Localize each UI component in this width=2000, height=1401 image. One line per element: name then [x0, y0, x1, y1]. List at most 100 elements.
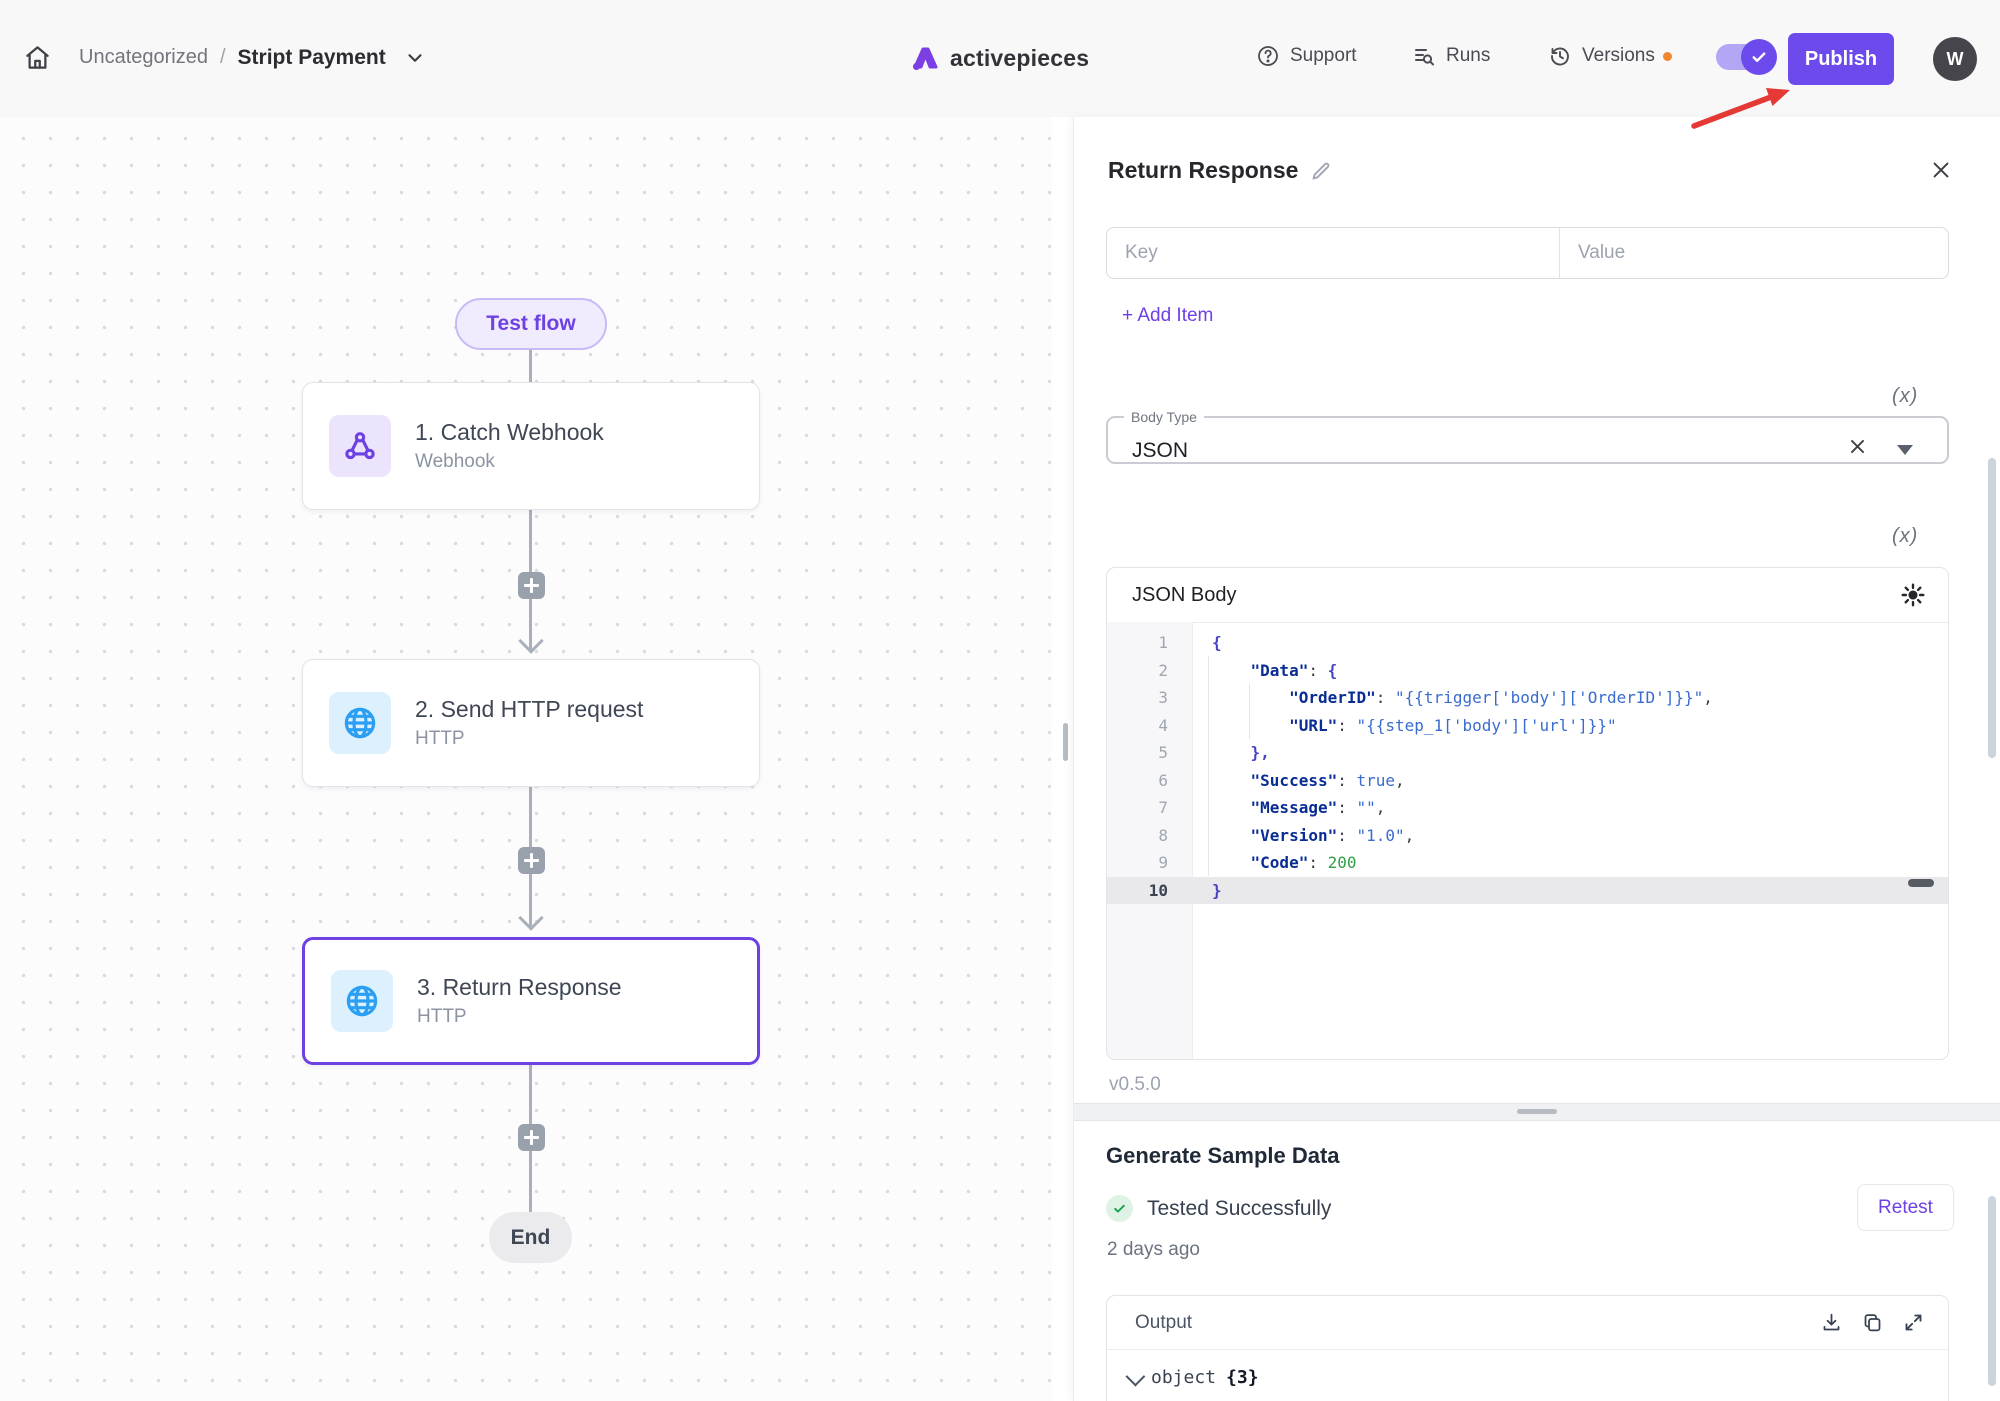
nav-runs[interactable]: Runs [1412, 44, 1490, 68]
panel-title: Return Response [1108, 157, 1298, 184]
step-card-return-response[interactable]: 3. Return Response HTTP [302, 937, 760, 1065]
code-line[interactable]: 10} [1107, 877, 1948, 905]
code-line[interactable]: 4 "URL": "{{step_1['body']['url']}}" [1107, 712, 1948, 740]
expand-output-button[interactable] [1903, 1312, 1924, 1333]
panel-resize-handle[interactable] [1063, 723, 1068, 761]
code-line[interactable]: 8 "Version": "1.0", [1107, 822, 1948, 850]
help-icon [1256, 44, 1280, 68]
add-step-button[interactable] [518, 1124, 545, 1151]
test-flow-button[interactable]: Test flow [455, 298, 607, 350]
code-line[interactable]: 7 "Message": "", [1107, 794, 1948, 822]
close-panel-button[interactable] [1926, 155, 1956, 185]
line-number: 5 [1107, 739, 1192, 767]
download-output-button[interactable] [1821, 1312, 1842, 1333]
json-body-label: JSON Body [1132, 584, 1236, 607]
success-check-icon [1106, 1195, 1133, 1222]
avatar[interactable]: W [1933, 37, 1977, 81]
app-window: Uncategorized / Stript Payment activepie… [0, 0, 2000, 1401]
logo-text: activepieces [950, 45, 1089, 72]
insert-variable-icon[interactable]: (x) [1892, 525, 1934, 548]
line-number: 9 [1107, 849, 1192, 877]
editor-scrollbar-thumb[interactable] [1908, 879, 1934, 887]
body-type-legend: Body Type [1124, 409, 1204, 425]
add-step-button[interactable] [518, 572, 545, 599]
output-header: Output [1107, 1296, 1948, 1350]
flow-enabled-toggle[interactable] [1716, 44, 1768, 70]
tree-node-count: {3} [1226, 1366, 1259, 1390]
step-title: 3. Return Response [417, 974, 622, 1001]
code-line[interactable]: 2 "Data": { [1107, 657, 1948, 685]
brand-logo: activepieces [908, 42, 1089, 74]
step-title: 1. Catch Webhook [415, 419, 604, 446]
line-number: 1 [1107, 629, 1192, 657]
nav-versions[interactable]: Versions [1548, 44, 1672, 68]
key-input[interactable] [1107, 228, 1559, 278]
publish-button[interactable]: Publish [1788, 33, 1894, 85]
chevron-down-icon [1126, 1367, 1146, 1387]
json-body-header: JSON Body [1107, 568, 1948, 623]
nav-versions-label: Versions [1582, 45, 1655, 67]
top-bar: Uncategorized / Stript Payment activepie… [0, 0, 2000, 118]
step-card-send-http-request[interactable]: 2. Send HTTP request HTTP [302, 659, 760, 787]
value-input[interactable] [1560, 228, 1948, 278]
clear-selection-button[interactable] [1848, 437, 1867, 462]
flow-menu-chevron-down-icon[interactable] [404, 47, 426, 69]
code-text: "URL": "{{step_1['body']['url']}}" [1192, 712, 1948, 740]
sample-scrollbar-thumb[interactable] [1988, 1196, 1996, 1386]
line-number: 2 [1107, 657, 1192, 685]
output-title: Output [1135, 1312, 1192, 1334]
step-subtitle: HTTP [417, 1006, 622, 1028]
test-status-text: Tested Successfully [1147, 1197, 1331, 1221]
home-icon [24, 44, 51, 71]
code-line[interactable]: 6 "Success": true, [1107, 767, 1948, 795]
code-lines[interactable]: 1{2 "Data": {3 "OrderID": "{{trigger['bo… [1107, 629, 1948, 904]
piece-version: v0.5.0 [1109, 1074, 1161, 1096]
code-text: "OrderID": "{{trigger['body']['OrderID']… [1192, 684, 1948, 712]
panel-scrollbar-thumb[interactable] [1988, 458, 1996, 758]
insert-variable-icon[interactable]: (x) [1892, 385, 1934, 408]
code-line[interactable]: 1{ [1107, 629, 1948, 657]
versions-icon [1548, 44, 1572, 68]
section-resize-divider[interactable] [1074, 1103, 2000, 1121]
step-card-catch-webhook[interactable]: 1. Catch Webhook Webhook [302, 382, 760, 510]
json-body-editor[interactable]: JSON Body 1{2 "Data": {3 "OrderID": "{{t… [1106, 567, 1949, 1060]
webhook-icon [329, 415, 391, 477]
generate-sample-data-heading: Generate Sample Data [1106, 1143, 1340, 1169]
output-tree-row[interactable]: object {3} [1127, 1366, 1259, 1390]
versions-notification-dot [1663, 52, 1672, 61]
code-text: "Data": { [1192, 657, 1948, 685]
sparkle-icon[interactable] [1900, 582, 1926, 608]
breadcrumb-separator: / [220, 46, 226, 69]
code-line[interactable]: 3 "OrderID": "{{trigger['body']['OrderID… [1107, 684, 1948, 712]
copy-icon [1862, 1312, 1883, 1333]
connector-arrowhead [518, 905, 543, 930]
rename-pencil-icon[interactable] [1310, 160, 1332, 182]
test-status-row: Tested Successfully [1106, 1195, 1331, 1222]
add-step-button[interactable] [518, 847, 545, 874]
body-type-select[interactable]: Body Type JSON [1106, 409, 1949, 464]
line-number: 8 [1107, 822, 1192, 850]
code-text: "Code": 200 [1192, 849, 1948, 877]
retest-button[interactable]: Retest [1857, 1184, 1954, 1231]
body-type-value: JSON [1132, 439, 1188, 463]
tested-time: 2 days ago [1107, 1239, 1200, 1261]
line-number: 3 [1107, 684, 1192, 712]
flow-canvas[interactable]: Test flow 1. Catch Webhook Webhook [0, 117, 1052, 1401]
code-line[interactable]: 9 "Code": 200 [1107, 849, 1948, 877]
code-text: "Message": "", [1192, 794, 1948, 822]
connector-arrowhead [518, 628, 543, 653]
breadcrumb-folder[interactable]: Uncategorized [79, 46, 208, 69]
line-number: 4 [1107, 712, 1192, 740]
code-text: "Success": true, [1192, 767, 1948, 795]
globe-icon [331, 970, 393, 1032]
code-line[interactable]: 5 }, [1107, 739, 1948, 767]
nav-support[interactable]: Support [1256, 44, 1357, 68]
step-subtitle: Webhook [415, 451, 604, 473]
flow-name[interactable]: Stript Payment [238, 46, 386, 70]
add-item-link[interactable]: + Add Item [1122, 305, 1213, 327]
home-button[interactable] [24, 44, 51, 71]
panel-title-row: Return Response [1108, 157, 1332, 184]
chevron-down-icon[interactable] [1897, 445, 1913, 455]
expand-icon [1903, 1312, 1924, 1333]
copy-output-button[interactable] [1862, 1312, 1883, 1333]
